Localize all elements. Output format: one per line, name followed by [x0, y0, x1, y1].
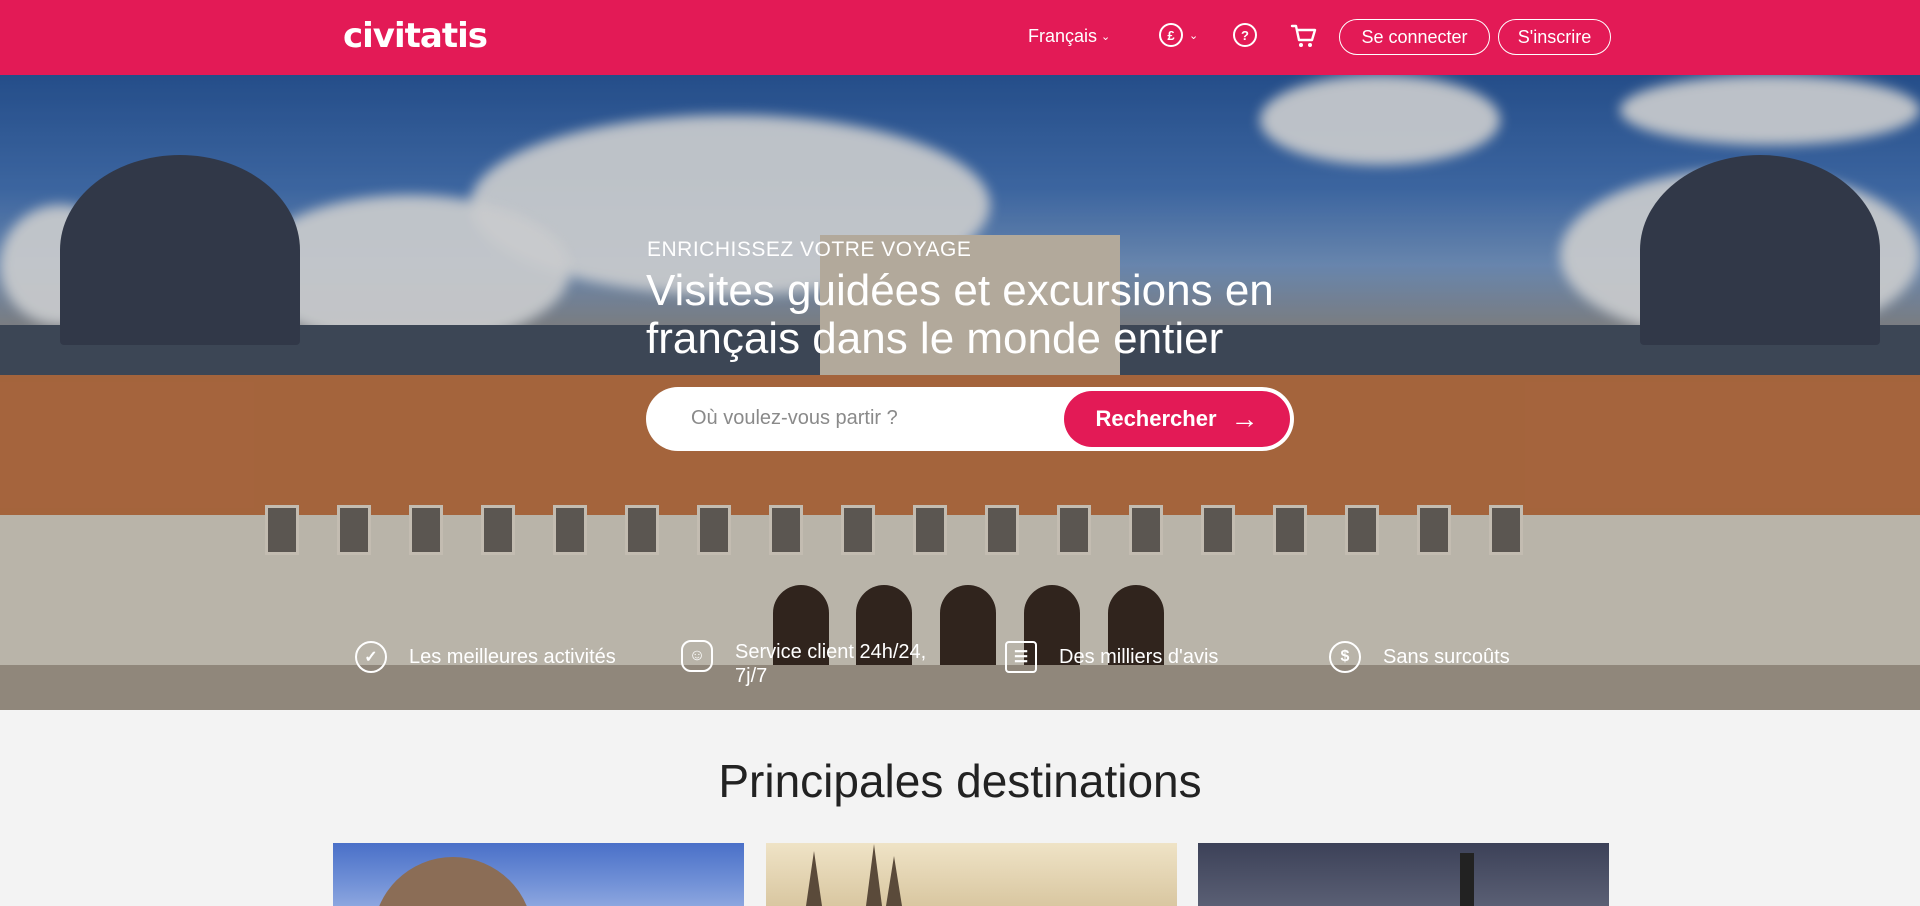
destination-card-cathedral[interactable] — [766, 843, 1177, 906]
support-agent-icon: ☺ — [681, 640, 713, 672]
chevron-down-icon: ⌄ — [1101, 31, 1111, 43]
arrow-right-icon: → — [1230, 403, 1259, 434]
badge-check-icon: ✓ — [355, 641, 387, 673]
signup-button[interactable]: S'inscrire — [1498, 19, 1611, 55]
feature-label: Les meilleures activités — [409, 645, 616, 668]
colosseum-image — [373, 857, 533, 906]
language-label: Français — [1028, 26, 1098, 46]
destination-search-input[interactable] — [691, 407, 1051, 430]
dollar-icon: $ — [1329, 641, 1361, 673]
feature-no-extra-fees: $ Sans surcoûts — [1329, 641, 1510, 673]
destination-card-rome[interactable] — [333, 843, 744, 906]
question-mark-icon: ? — [1233, 23, 1257, 47]
chevron-down-icon: ⌄ — [1189, 29, 1199, 42]
search-button[interactable]: Rechercher → — [1064, 391, 1290, 447]
language-selector[interactable]: Français ⌄ — [1028, 26, 1110, 47]
pound-currency-icon: £ — [1159, 23, 1183, 47]
feature-label: Service client 24h/24, 7j/7 — [735, 641, 927, 687]
search-bar: Rechercher → — [646, 387, 1294, 451]
currency-selector[interactable]: £ ⌄ — [1159, 23, 1198, 47]
feature-reviews: ☰ Des milliers d'avis — [1005, 641, 1218, 673]
cart-button[interactable] — [1290, 22, 1318, 55]
destination-card-london[interactable] — [1198, 843, 1609, 906]
reviews-icon: ☰ — [1005, 641, 1037, 673]
login-button[interactable]: Se connecter — [1339, 19, 1490, 55]
cart-icon — [1290, 24, 1317, 47]
top-header: civitatis Français ⌄ £ ⌄ ? Se connecter … — [0, 0, 1920, 75]
civitatis-logo[interactable]: civitatis — [343, 16, 488, 56]
help-button[interactable]: ? — [1233, 23, 1257, 47]
big-ben-image — [1460, 853, 1474, 906]
hero-title: Visites guidées et excursions en françai… — [646, 266, 1274, 363]
destinations-title: Principales destinations — [718, 755, 1202, 807]
feature-customer-service: ☺ Service client 24h/24, 7j/7 — [681, 640, 945, 688]
feature-best-activities: ✓ Les meilleures activités — [355, 641, 616, 673]
hero-banner: ENRICHISSEZ VOTRE VOYAGE Visites guidées… — [0, 75, 1920, 710]
hero-eyebrow: ENRICHISSEZ VOTRE VOYAGE — [647, 238, 972, 261]
search-button-label: Rechercher — [1095, 406, 1217, 431]
feature-label: Des milliers d'avis — [1059, 645, 1219, 668]
feature-label: Sans surcoûts — [1383, 645, 1510, 668]
